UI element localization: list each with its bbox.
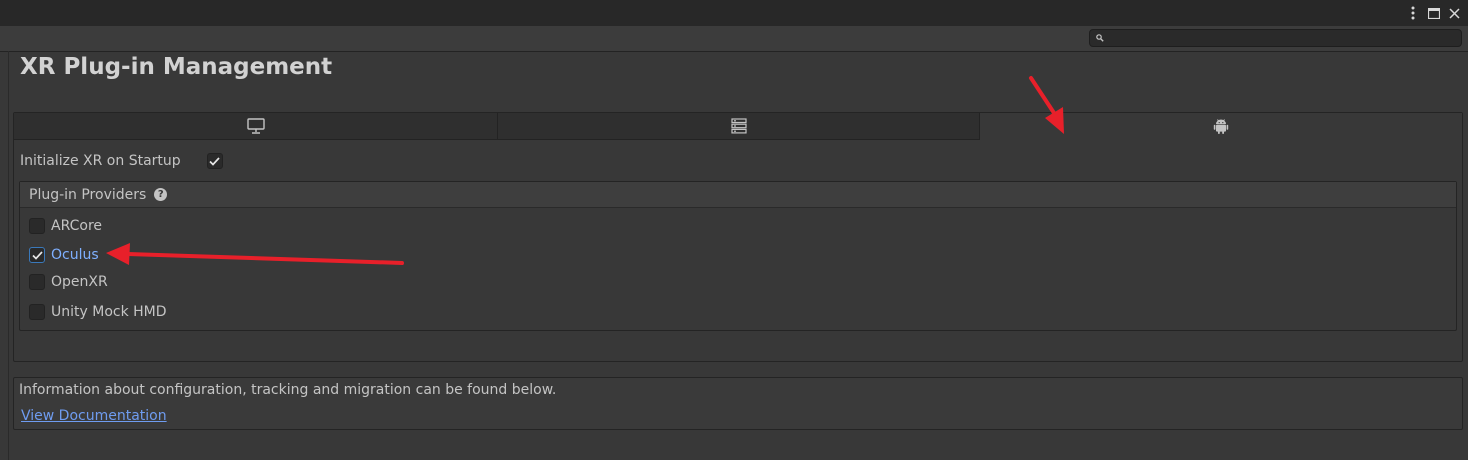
page-title: XR Plug-in Management (20, 54, 333, 80)
tab-dedicated-server[interactable] (498, 113, 980, 140)
search-icon (1096, 34, 1104, 42)
provider-arcore: ARCore (29, 215, 102, 237)
info-text: Information about configuration, trackin… (19, 382, 557, 398)
view-documentation-link[interactable]: View Documentation (21, 408, 167, 424)
initialize-xr-row: Initialize XR on Startup (20, 150, 223, 172)
server-icon (730, 118, 747, 134)
tab-android[interactable] (980, 113, 1462, 140)
provider-arcore-checkbox[interactable] (29, 218, 45, 234)
checkmark-icon (31, 250, 43, 260)
plugin-providers-section: Plug-in Providers ? ARCore Oculus OpenXR… (19, 181, 1457, 331)
close-icon[interactable] (1445, 4, 1463, 22)
monitor-icon (246, 118, 265, 134)
provider-arcore-label: ARCore (51, 218, 103, 234)
search-input[interactable] (1089, 29, 1462, 47)
window-title-bar (0, 0, 1468, 26)
provider-oculus-label: Oculus (51, 247, 99, 263)
platform-tabs (14, 113, 1462, 140)
provider-unity-mock-hmd-label: Unity Mock HMD (51, 304, 167, 320)
provider-oculus-checkbox[interactable] (29, 247, 45, 263)
info-box: Information about configuration, trackin… (13, 377, 1463, 430)
checkmark-icon (209, 156, 220, 166)
plugin-providers-header: Plug-in Providers ? (20, 182, 1456, 208)
initialize-xr-label: Initialize XR on Startup (20, 153, 181, 169)
tab-standalone[interactable] (14, 113, 498, 140)
xr-settings-panel: Initialize XR on Startup Plug-in Provide… (13, 112, 1463, 362)
provider-unity-mock-hmd-checkbox[interactable] (29, 304, 45, 320)
provider-openxr-checkbox[interactable] (29, 274, 45, 290)
provider-openxr-label: OpenXR (51, 274, 108, 290)
vertical-ellipsis-icon[interactable] (1404, 4, 1422, 22)
maximize-icon[interactable] (1425, 4, 1443, 22)
plugin-providers-title: Plug-in Providers (29, 186, 147, 203)
search-toolbar (0, 26, 1468, 52)
initialize-xr-checkbox[interactable] (206, 153, 223, 169)
divider (8, 51, 9, 460)
provider-oculus: Oculus (29, 244, 99, 266)
android-icon (1213, 119, 1229, 134)
help-icon[interactable]: ? (154, 188, 168, 201)
provider-openxr: OpenXR (29, 271, 108, 293)
provider-unity-mock-hmd: Unity Mock HMD (29, 301, 167, 323)
